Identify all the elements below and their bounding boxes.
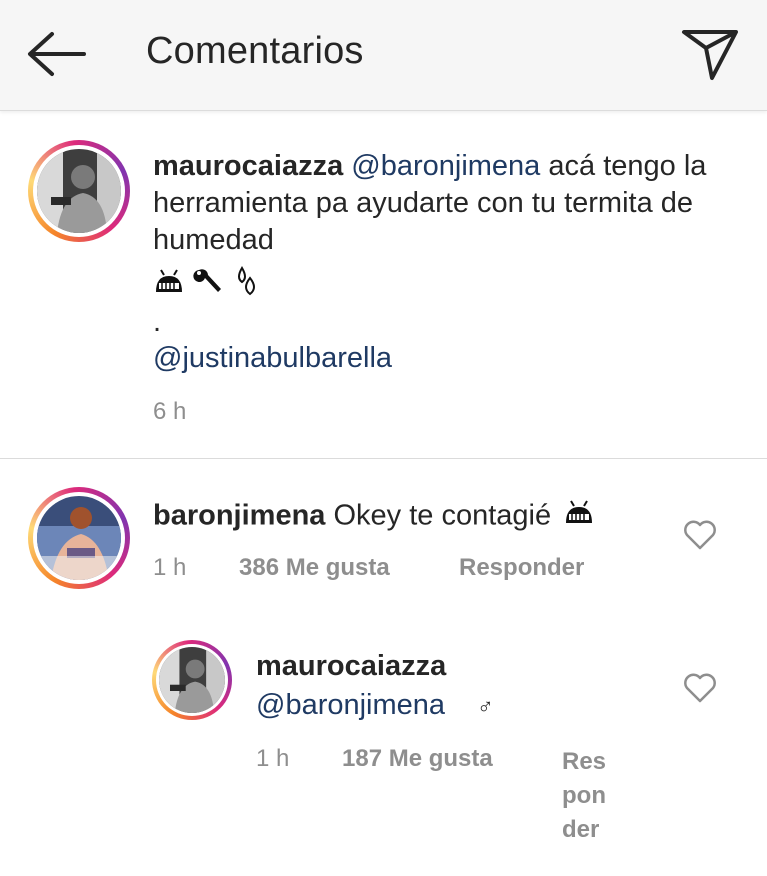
reply-label: pon xyxy=(562,782,606,809)
caption-dot: . xyxy=(153,306,162,338)
likes-count: 187 Me gusta xyxy=(342,745,493,772)
profile-photo-icon xyxy=(37,496,121,580)
reply-timestamp: 1 h xyxy=(256,745,290,772)
wrench-emoji-icon xyxy=(193,266,223,301)
comment-username[interactable]: baronjimena xyxy=(153,500,325,532)
caption-username[interactable]: maurocaiazza xyxy=(153,150,343,182)
like-heart-icon[interactable] xyxy=(683,673,717,703)
caption-timestamp: 6 h xyxy=(153,398,187,425)
likes-count: 386 Me gusta xyxy=(239,554,390,581)
reply-button[interactable]: Responder xyxy=(459,554,584,582)
caption-mention-2[interactable]: @justinabulbarella xyxy=(153,340,392,377)
reply-label: Res xyxy=(562,748,607,775)
reply-label: Responder xyxy=(459,554,585,581)
divider xyxy=(0,458,767,459)
comment-timestamp: 1 h xyxy=(153,554,187,581)
robot-face-emoji-icon xyxy=(153,266,185,301)
droplets-emoji-icon xyxy=(234,266,262,301)
top-bar: Comentarios xyxy=(0,0,767,111)
comment-text: baronjimena Okey te contagié xyxy=(153,497,673,537)
caption-text: maurocaiazza @baronjimena acá tengo la h… xyxy=(153,148,713,259)
reply-avatar[interactable] xyxy=(152,640,232,720)
comment-body: Okey te contagié xyxy=(333,499,552,532)
reply-button[interactable]: Res pon der xyxy=(562,745,606,847)
reply-text: @baronjimena ♂ xyxy=(256,687,494,725)
page-title: Comentarios xyxy=(146,30,364,72)
direct-send-icon[interactable] xyxy=(678,24,742,84)
male-sign-icon: ♂ xyxy=(477,694,494,719)
reply-username[interactable]: maurocaiazza xyxy=(256,648,446,685)
comment-avatar[interactable] xyxy=(28,487,130,589)
comment-likes[interactable]: 386 Me gusta xyxy=(239,554,390,582)
caption-emojis xyxy=(153,266,262,300)
like-heart-icon[interactable] xyxy=(683,520,717,550)
reply-label: der xyxy=(562,816,600,843)
reply-likes[interactable]: 187 Me gusta xyxy=(342,745,493,773)
caption-avatar[interactable] xyxy=(28,140,130,242)
profile-photo-icon xyxy=(37,149,121,233)
profile-photo-icon xyxy=(159,647,225,713)
back-arrow-icon[interactable] xyxy=(24,28,88,80)
reply-mention[interactable]: @baronjimena xyxy=(256,689,445,721)
caption-mention[interactable]: @baronjimena xyxy=(351,150,540,182)
robot-face-emoji-icon xyxy=(563,497,595,537)
